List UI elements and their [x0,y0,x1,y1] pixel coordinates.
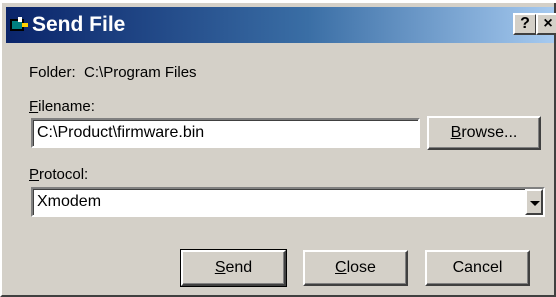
browse-label: rowse... [461,124,518,141]
application-icon [10,17,28,31]
filename-label-text: ilename: [38,98,95,115]
help-button[interactable]: ? [513,13,537,35]
protocol-label-text: rotocol: [39,166,89,183]
protocol-label-accesskey: P [29,166,40,183]
protocol-select[interactable]: Xmodem [31,187,545,217]
chevron-down-icon [530,201,540,206]
close-window-button[interactable]: × [536,13,556,35]
protocol-dropdown-button[interactable] [525,189,543,215]
title-bar[interactable]: Send File ? × [6,7,556,43]
filename-input[interactable]: C:\Product\firmware.bin [31,118,420,148]
folder-path: C:\Program Files [84,64,197,81]
cancel-button[interactable]: Cancel [425,250,530,286]
close-label: lose [346,259,376,276]
dialog-title: Send File [32,13,126,36]
filename-value: C:\Product\firmware.bin [37,124,205,141]
browse-button[interactable]: Browse... [427,116,541,150]
protocol-selected-value: Xmodem [37,193,102,210]
close-button[interactable]: Close [303,250,408,286]
browse-accesskey: B [450,124,462,141]
send-label: end [225,259,253,276]
filename-label: Filename: [29,98,95,115]
protocol-label: Protocol: [29,166,88,183]
send-file-dialog: Send File ? × Folder: C:\Program Files F… [0,3,556,297]
folder-label: Folder: C:\Program Files [29,64,197,81]
send-button[interactable]: Send [180,249,287,287]
close-accesskey: C [335,259,347,276]
send-accesskey: S [214,259,226,276]
filename-label-accesskey: F [29,98,39,115]
folder-label-prefix: Folder: [29,64,76,81]
